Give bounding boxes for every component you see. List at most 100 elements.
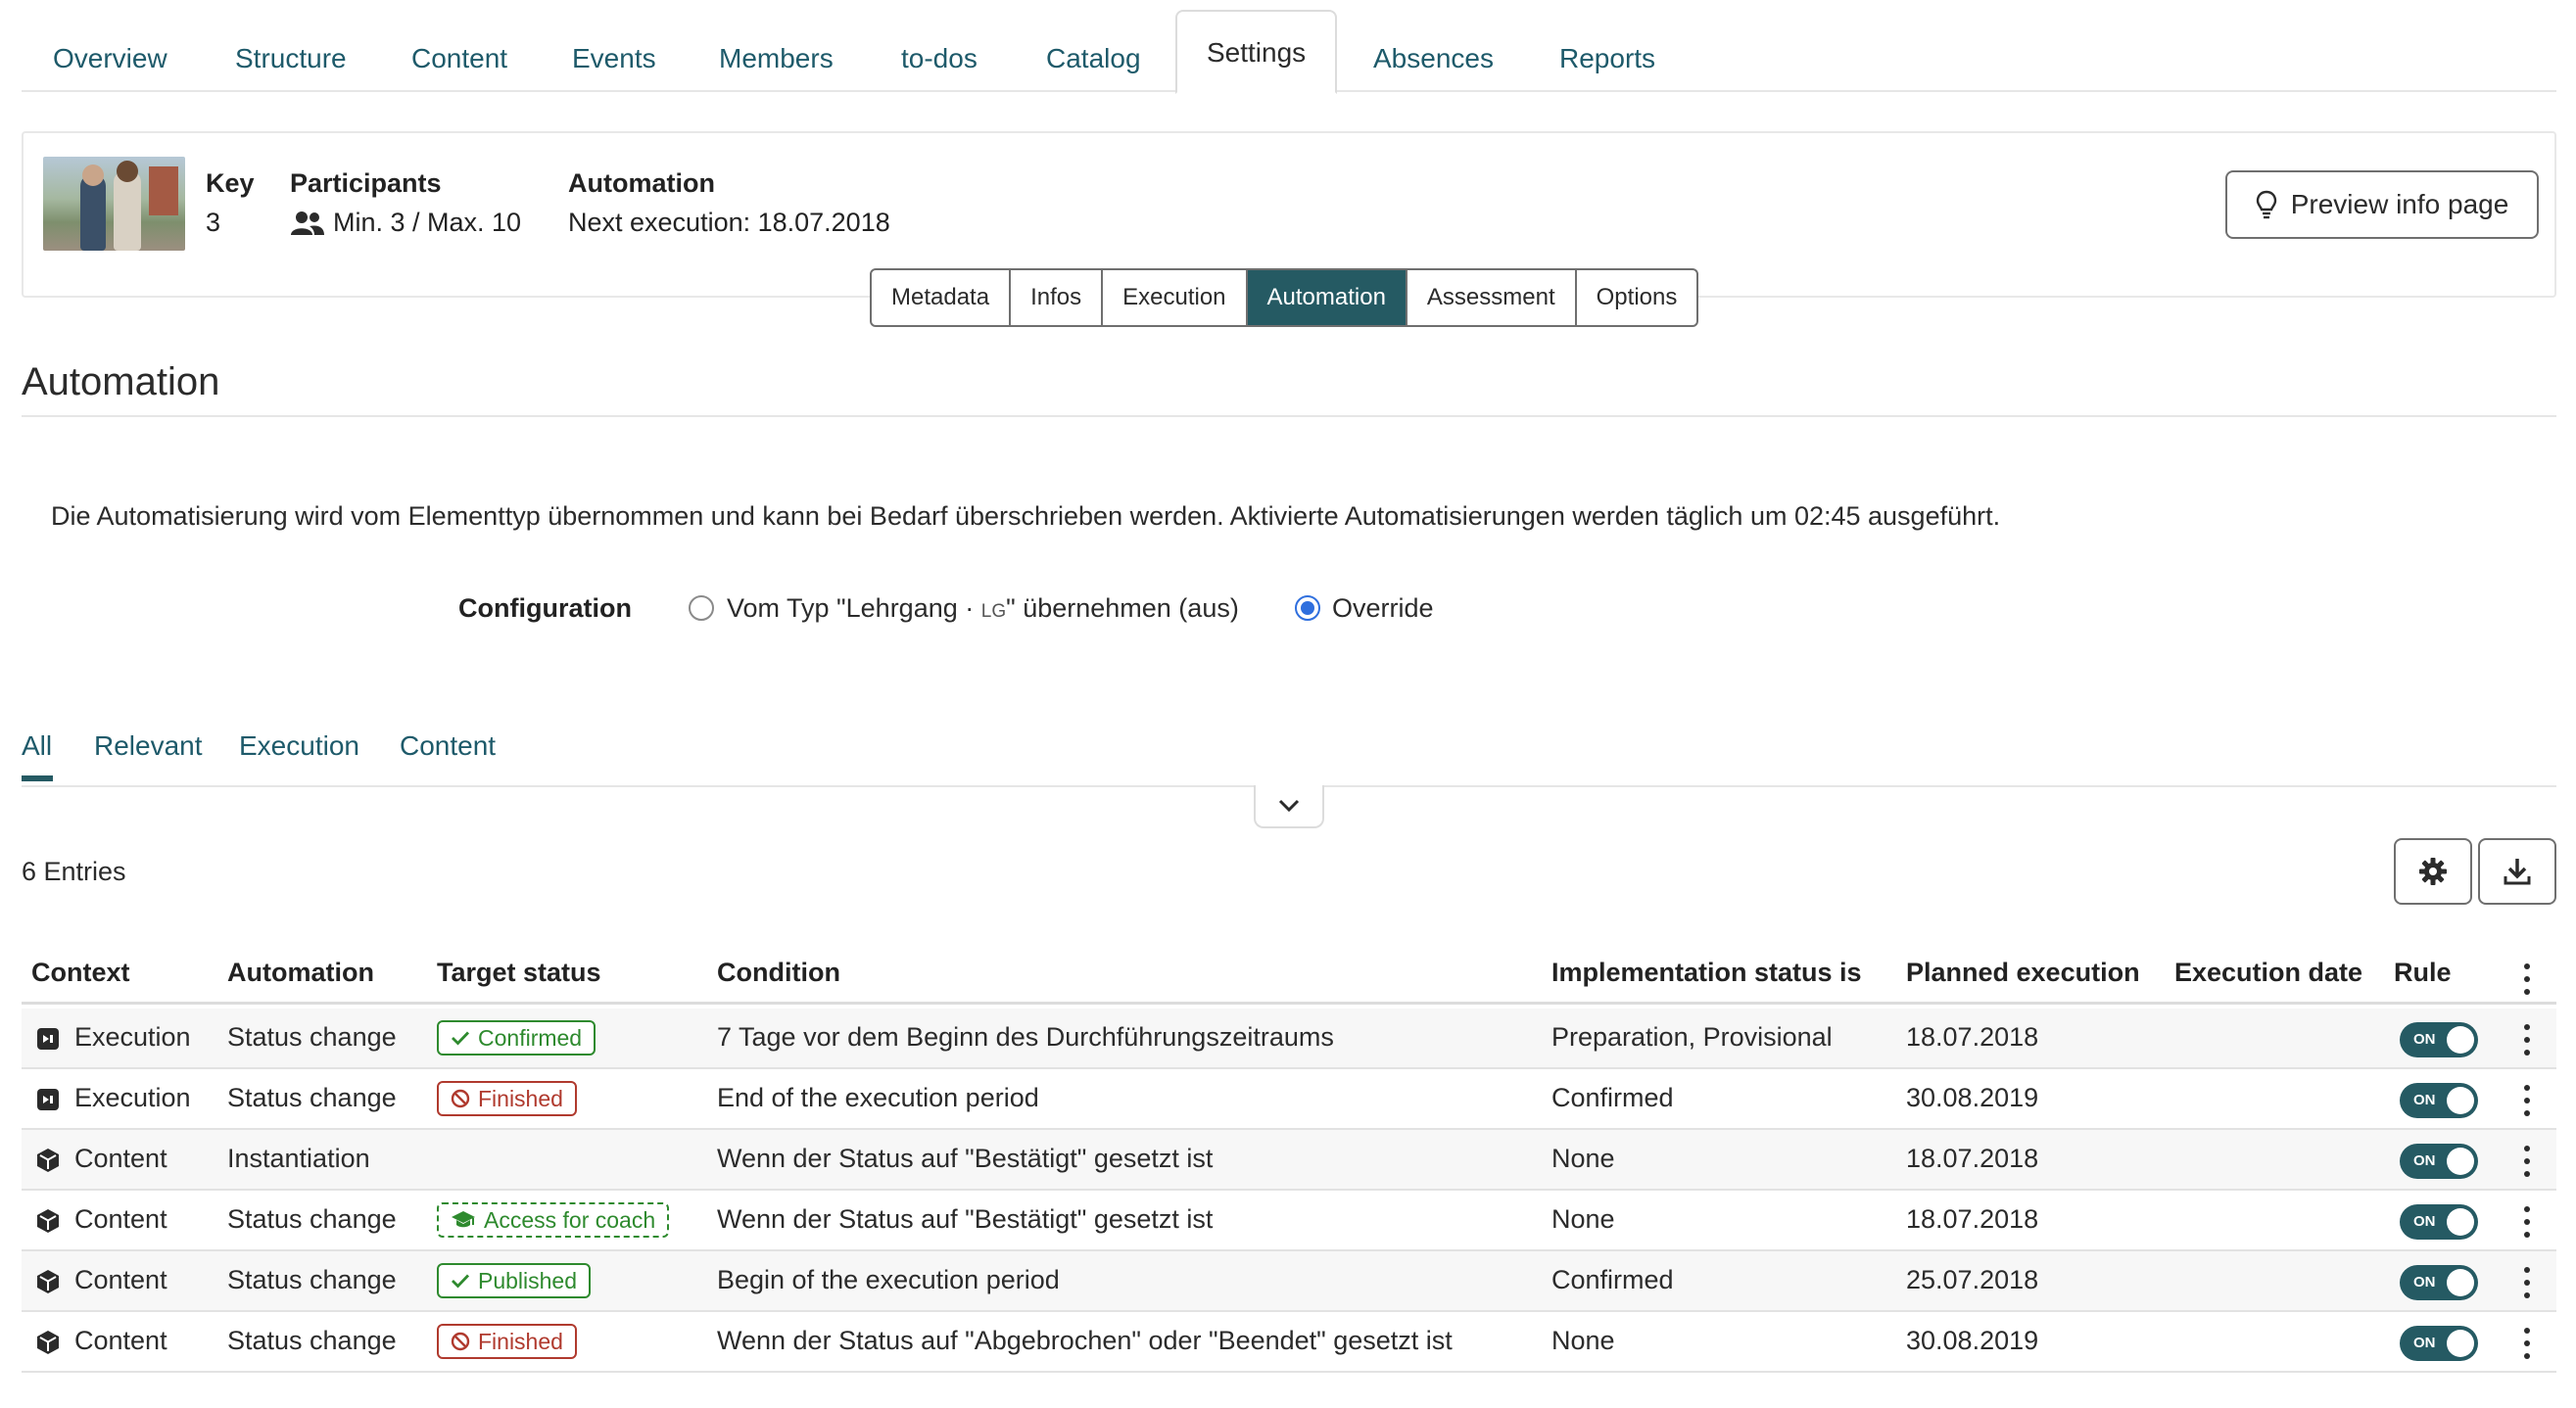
col-target-status[interactable]: Target status	[437, 958, 601, 988]
preview-info-page-button[interactable]: Preview info page	[2225, 170, 2539, 239]
subtab-execution[interactable]: Execution	[1103, 270, 1248, 325]
status-badge-label: Finished	[478, 1329, 563, 1354]
cell-implementation-status: Preparation, Provisional	[1551, 1022, 1833, 1052]
col-automation[interactable]: Automation	[227, 958, 374, 988]
table-row: Content Status change Published Begin of th…	[22, 1251, 2556, 1312]
tab-structure[interactable]: Structure	[235, 23, 347, 94]
cell-automation: Status change	[227, 1326, 397, 1355]
execution-icon	[35, 1026, 61, 1052]
tab-settings[interactable]: Settings	[1175, 10, 1338, 94]
rule-toggle[interactable]: ON	[2400, 1144, 2478, 1179]
radio-override-label[interactable]: Override	[1332, 593, 1434, 624]
tab-reports[interactable]: Reports	[1559, 23, 1655, 94]
subtab-automation[interactable]: Automation	[1247, 270, 1407, 325]
row-actions-menu-icon[interactable]	[2517, 1263, 2537, 1302]
row-actions-menu-icon[interactable]	[2517, 1324, 2537, 1363]
filter-all[interactable]: All	[22, 730, 52, 762]
ban-icon	[451, 1332, 470, 1351]
tab-content[interactable]: Content	[411, 23, 507, 94]
col-planned-execution[interactable]: Planned execution	[1906, 958, 2140, 988]
execution-icon	[35, 1087, 61, 1112]
table-row: Content Status change Finished Wenn der Sta…	[22, 1312, 2556, 1373]
cell-planned-execution: 25.07.2018	[1906, 1265, 2039, 1294]
automation-description: Die Automatisierung wird vom Elementtyp …	[51, 501, 2001, 531]
rule-toggle[interactable]: ON	[2400, 1022, 2478, 1057]
tab-events[interactable]: Events	[572, 23, 656, 94]
toggle-label: ON	[2413, 1213, 2436, 1230]
rule-toggle[interactable]: ON	[2400, 1265, 2478, 1300]
subtab-infos[interactable]: Infos	[1011, 270, 1104, 325]
table-row: Content Status change Access for coach Wenn…	[22, 1191, 2556, 1251]
col-condition[interactable]: Condition	[717, 958, 840, 988]
rule-toggle[interactable]: ON	[2400, 1204, 2478, 1240]
radio-inherit[interactable]	[689, 595, 714, 621]
radio-inherit-label[interactable]: Vom Typ "Lehrgang · LG" übernehmen (aus)	[727, 593, 1239, 624]
table-header: Context Automation Target status Conditi…	[22, 950, 2556, 1005]
filter-execution[interactable]: Execution	[239, 730, 359, 762]
filter-relevant[interactable]: Relevant	[94, 730, 203, 762]
rule-toggle[interactable]: ON	[2400, 1083, 2478, 1118]
gear-icon	[2419, 858, 2447, 885]
users-icon	[291, 211, 324, 235]
col-rule[interactable]: Rule	[2394, 958, 2452, 988]
tab-catalog[interactable]: Catalog	[1046, 23, 1141, 94]
cube-icon	[35, 1208, 61, 1234]
key-value: 3	[206, 208, 221, 237]
row-actions-menu-icon[interactable]	[2517, 1142, 2537, 1181]
toggle-knob	[2447, 1208, 2474, 1236]
page-title: Automation	[22, 360, 220, 403]
collapse-filters-button[interactable]	[1254, 785, 1324, 828]
cell-implementation-status: Confirmed	[1551, 1265, 1674, 1294]
subtab-metadata[interactable]: Metadata	[872, 270, 1012, 325]
entries-count: 6 Entries	[22, 857, 126, 886]
tab-members[interactable]: Members	[719, 23, 834, 94]
subtab-options[interactable]: Options	[1577, 270, 1697, 325]
row-actions-menu-icon[interactable]	[2517, 1202, 2537, 1242]
download-icon	[2504, 859, 2531, 885]
col-execution-date[interactable]: Execution date	[2174, 958, 2362, 988]
tab-todos[interactable]: to-dos	[901, 23, 978, 94]
table-row: Execution Status change Confirmed 7 Tage vo…	[22, 1009, 2556, 1069]
table-options-menu-icon[interactable]	[2517, 960, 2537, 999]
check-icon	[451, 1273, 470, 1289]
toggle-knob	[2447, 1148, 2474, 1175]
tab-absences[interactable]: Absences	[1373, 23, 1494, 94]
cell-condition: End of the execution period	[717, 1083, 1039, 1112]
settings-subtabs: Metadata Infos Execution Automation Asse…	[870, 268, 1699, 327]
subtab-assessment[interactable]: Assessment	[1407, 270, 1577, 325]
cell-automation: Instantiation	[227, 1144, 370, 1173]
col-implementation-status[interactable]: Implementation status is	[1551, 958, 1862, 988]
radio-override[interactable]	[1295, 595, 1320, 621]
cell-context: Content	[74, 1144, 167, 1173]
cell-planned-execution: 30.08.2019	[1906, 1083, 2039, 1112]
participants-value: Min. 3 / Max. 10	[290, 208, 521, 238]
col-context[interactable]: Context	[31, 958, 130, 988]
toggle-knob	[2447, 1330, 2474, 1357]
toggle-knob	[2447, 1269, 2474, 1296]
download-button[interactable]	[2478, 838, 2556, 905]
cell-context: Execution	[74, 1022, 191, 1052]
toggle-label: ON	[2413, 1274, 2436, 1291]
cell-condition: Begin of the execution period	[717, 1265, 1060, 1294]
row-actions-menu-icon[interactable]	[2517, 1081, 2537, 1120]
graduation-cap-icon	[451, 1210, 476, 1230]
course-thumbnail	[43, 157, 185, 251]
title-divider	[22, 415, 2556, 417]
table-settings-button[interactable]	[2394, 838, 2472, 905]
cell-implementation-status: None	[1551, 1144, 1615, 1173]
tab-overview[interactable]: Overview	[53, 23, 167, 94]
status-badge: Finished	[437, 1081, 577, 1116]
cell-planned-execution: 18.07.2018	[1906, 1022, 2039, 1052]
toggle-label: ON	[2413, 1092, 2436, 1108]
status-badge-label: Access for coach	[484, 1207, 656, 1233]
status-badge-label: Published	[478, 1268, 578, 1293]
check-icon	[451, 1030, 470, 1046]
rule-toggle[interactable]: ON	[2400, 1326, 2478, 1361]
cell-condition: 7 Tage vor dem Beginn des Durchführungsz…	[717, 1022, 1334, 1052]
filter-content[interactable]: Content	[400, 730, 496, 762]
cell-condition: Wenn der Status auf "Abgebrochen" oder "…	[717, 1326, 1453, 1355]
cube-icon	[35, 1148, 61, 1173]
cell-automation: Status change	[227, 1265, 397, 1294]
cell-implementation-status: Confirmed	[1551, 1083, 1674, 1112]
row-actions-menu-icon[interactable]	[2517, 1020, 2537, 1059]
